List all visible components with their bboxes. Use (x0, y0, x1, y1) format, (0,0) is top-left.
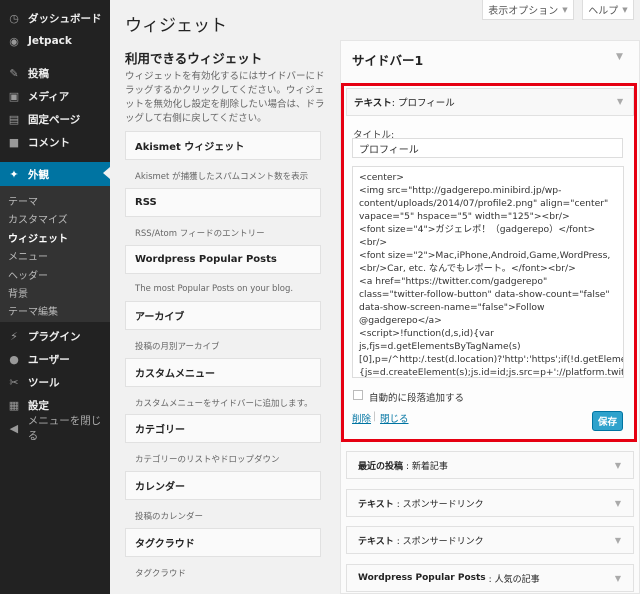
appearance-icon: ✦ (9, 167, 19, 181)
menu-plugins[interactable]: ⚡ プラグイン (0, 325, 110, 347)
widget-description: Akismet が捕獲したスパムコメント数を表示 (135, 172, 309, 182)
available-widgets-description: ウィジェットを有効化するにはサイドバーにドラッグするかクリックしてください。ウィ… (125, 71, 325, 124)
chevron-down-icon[interactable]: ▼ (615, 536, 621, 545)
widget-rss[interactable]: RSS (125, 188, 321, 217)
chevron-down-icon: ▼ (622, 5, 628, 14)
widget-tag-cloud[interactable]: タグクラウド (125, 528, 321, 557)
widget-description: カテゴリーのリストやドロップダウン (135, 455, 280, 465)
admin-sidebar: ◷ ダッシュボード ◉ Jetpack ✎ 投稿 ▣ メディア ▤ 固定ページ ■ コメント… (0, 0, 110, 594)
chevron-down-icon[interactable]: ▼ (615, 574, 621, 583)
widget-description: 投稿の月別アーカイブ (135, 342, 220, 352)
widget-title: : 人気の記事 (488, 574, 540, 585)
available-widgets-title: 利用できるウィジェット (125, 51, 263, 66)
chevron-down-icon[interactable]: ▼ (615, 461, 621, 470)
submenu-themes[interactable]: テーマ (8, 193, 38, 208)
link-separator: | (373, 411, 377, 422)
widget-description: カスタムメニューをサイドバーに追加します。 (135, 399, 313, 409)
dashboard-icon: ◷ (9, 11, 19, 25)
submenu-menus[interactable]: メニュー (8, 248, 48, 263)
menu-label: 投稿 (28, 67, 49, 80)
screen-options-label: 表示オプション (488, 6, 559, 17)
widget-type: テキスト (358, 499, 394, 510)
widget-type: Wordpress Popular Posts (358, 573, 486, 583)
collapse-icon: ◀ (9, 421, 19, 435)
widget-popular-posts[interactable]: Wordpress Popular Posts (125, 245, 321, 274)
page-icon: ▤ (8, 112, 20, 126)
auto-paragraph-label: 自動的に段落追加する (369, 393, 465, 404)
auto-paragraph-checkbox[interactable] (353, 390, 363, 400)
save-button[interactable]: 保存 (592, 411, 623, 431)
menu-label: 外観 (28, 168, 49, 181)
jetpack-icon: ◉ (9, 34, 19, 48)
pushpin-icon: ✎ (9, 66, 19, 80)
submenu-widgets[interactable]: ウィジェット (8, 230, 68, 245)
widget-categories[interactable]: カテゴリー (125, 414, 321, 443)
widget-akismet[interactable]: Akismet ウィジェット (125, 131, 321, 160)
help-tab[interactable]: ヘルプ ▼ (582, 0, 634, 20)
menu-label: メニューを閉じる (27, 415, 102, 442)
sidebar-widget-text-sponsored[interactable]: テキスト: スポンサードリンク ▼ (346, 526, 634, 554)
menu-posts[interactable]: ✎ 投稿 (0, 62, 110, 84)
widget-calendar[interactable]: カレンダー (125, 471, 321, 500)
sidebar-widget-popular-posts[interactable]: Wordpress Popular Posts: 人気の記事 ▼ (346, 564, 634, 592)
menu-label: 設定 (28, 399, 49, 412)
menu-label: Jetpack (28, 35, 72, 47)
menu-comments[interactable]: ■ コメント (0, 131, 110, 153)
menu-collapse[interactable]: ◀ メニューを閉じる (0, 415, 110, 442)
chevron-down-icon[interactable]: ▼ (616, 52, 623, 62)
sidebar-widget-recent-posts[interactable]: 最近の投稿: 新着記事 ▼ (346, 451, 634, 479)
submenu-customize[interactable]: カスタマイズ (8, 211, 68, 226)
widget-description: 投稿のカレンダー (135, 512, 204, 522)
submenu-background[interactable]: 背景 (8, 285, 28, 300)
sidebar-widget-text-sponsored[interactable]: テキスト: スポンサードリンク ▼ (346, 489, 634, 517)
menu-tools[interactable]: ✂ ツール (0, 371, 110, 393)
widget-description: RSS/Atom フィードのエントリー (135, 229, 265, 239)
widget-description: The most Popular Posts on your blog. (135, 284, 294, 294)
media-icon: ▣ (8, 89, 20, 103)
user-icon: ● (9, 352, 19, 366)
widget-title: : プロフィール (391, 98, 455, 109)
title-input[interactable] (352, 138, 623, 158)
comment-icon: ■ (8, 135, 20, 149)
menu-appearance[interactable]: ✦ 外観 (0, 162, 110, 186)
menu-label: プラグイン (28, 330, 81, 343)
screen-options-tab[interactable]: 表示オプション ▼ (482, 0, 574, 20)
widget-title: : スポンサードリンク (396, 536, 484, 547)
sidebar-area-title[interactable]: サイドバー1 (352, 50, 423, 69)
menu-label: コメント (28, 136, 70, 149)
page-title: ウィジェット (125, 16, 227, 36)
tools-icon: ✂ (9, 375, 19, 389)
widget-title: : 新着記事 (406, 461, 448, 472)
menu-label: メディア (28, 90, 70, 103)
menu-users[interactable]: ● ユーザー (0, 348, 110, 370)
widget-archives[interactable]: アーカイブ (125, 301, 321, 330)
widget-description: タグクラウド (135, 569, 186, 579)
chevron-down-icon[interactable]: ▼ (617, 97, 623, 106)
widget-type: テキスト (358, 536, 394, 547)
menu-pages[interactable]: ▤ 固定ページ (0, 108, 110, 130)
appearance-submenu: テーマ カスタマイズ ウィジェット メニュー ヘッダー 背景 テーマ編集 (0, 186, 110, 322)
widget-type: 最近の投稿 (358, 461, 404, 472)
submenu-editor[interactable]: テーマ編集 (8, 303, 58, 318)
widget-title: : スポンサードリンク (396, 499, 484, 510)
delete-link[interactable]: 削除 (352, 411, 371, 425)
help-label: ヘルプ (588, 6, 619, 17)
close-link[interactable]: 閉じる (380, 411, 409, 425)
chevron-down-icon[interactable]: ▼ (615, 499, 621, 508)
menu-jetpack[interactable]: ◉ Jetpack (0, 30, 110, 52)
plugin-icon: ⚡ (10, 329, 18, 343)
widget-custom-menu[interactable]: カスタムメニュー (125, 358, 321, 387)
content-textarea[interactable]: <center> <img src="http://gadgerepo.mini… (352, 166, 624, 378)
menu-label: 固定ページ (28, 113, 81, 126)
widget-type: テキスト (354, 98, 392, 109)
menu-dashboard[interactable]: ◷ ダッシュボード (0, 7, 110, 29)
menu-label: ユーザー (28, 353, 70, 366)
menu-label: ツール (28, 376, 60, 389)
settings-icon: ▦ (8, 398, 20, 412)
submenu-header[interactable]: ヘッダー (8, 267, 48, 282)
menu-media[interactable]: ▣ メディア (0, 85, 110, 107)
menu-label: ダッシュボード (28, 12, 102, 25)
chevron-down-icon: ▼ (562, 5, 568, 14)
open-widget-header[interactable]: テキスト: プロフィール (346, 88, 634, 116)
